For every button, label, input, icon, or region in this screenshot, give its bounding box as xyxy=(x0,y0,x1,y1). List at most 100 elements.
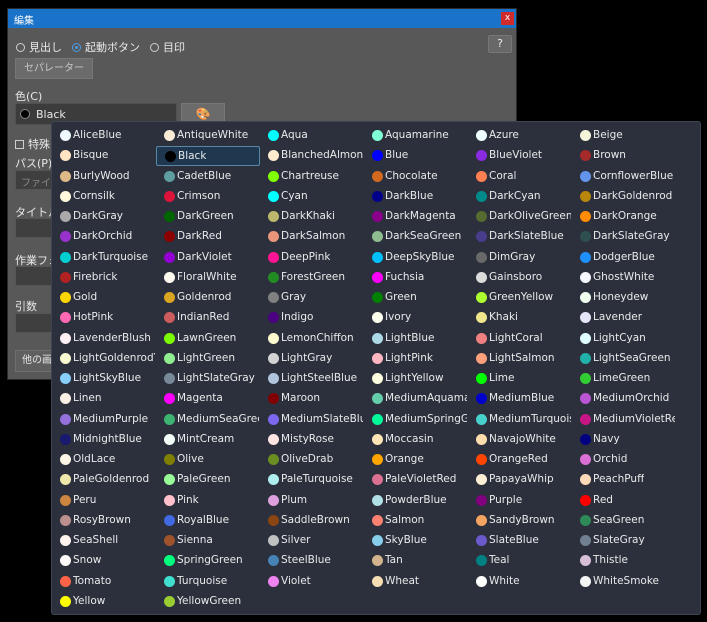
color-option-cornflowerblue[interactable]: CornflowerBlue xyxy=(572,167,676,187)
color-option-lavenderblush[interactable]: LavenderBlush xyxy=(52,329,156,349)
color-option-violet[interactable]: Violet xyxy=(260,572,364,592)
color-option-lightcyan[interactable]: LightCyan xyxy=(572,329,676,349)
color-option-firebrick[interactable]: Firebrick xyxy=(52,268,156,288)
color-option-yellowgreen[interactable]: YellowGreen xyxy=(156,592,260,612)
color-option-mediumslateblue[interactable]: MediumSlateBlue xyxy=(260,410,364,430)
color-option-paleturquoise[interactable]: PaleTurquoise xyxy=(260,470,364,490)
other-button[interactable]: 他の画 xyxy=(15,350,55,372)
color-option-lightsalmon[interactable]: LightSalmon xyxy=(468,349,572,369)
color-option-turquoise[interactable]: Turquoise xyxy=(156,572,260,592)
separator-button[interactable]: セパレーター xyxy=(15,58,93,79)
color-option-skyblue[interactable]: SkyBlue xyxy=(364,531,468,551)
color-option-steelblue[interactable]: SteelBlue xyxy=(260,551,364,571)
color-option-sandybrown[interactable]: SandyBrown xyxy=(468,511,572,531)
color-option-tan[interactable]: Tan xyxy=(364,551,468,571)
color-option-gold[interactable]: Gold xyxy=(52,288,156,308)
color-option-rosybrown[interactable]: RosyBrown xyxy=(52,511,156,531)
radio-launch-button[interactable]: 起動ボタン xyxy=(72,39,140,55)
color-option-dimgray[interactable]: DimGray xyxy=(468,248,572,268)
color-option-mediumorchid[interactable]: MediumOrchid xyxy=(572,389,676,409)
color-option-springgreen[interactable]: SpringGreen xyxy=(156,551,260,571)
color-option-sienna[interactable]: Sienna xyxy=(156,531,260,551)
color-option-seashell[interactable]: SeaShell xyxy=(52,531,156,551)
color-option-magenta[interactable]: Magenta xyxy=(156,389,260,409)
color-option-limegreen[interactable]: LimeGreen xyxy=(572,369,676,389)
color-option-greenyellow[interactable]: GreenYellow xyxy=(468,288,572,308)
color-option-maroon[interactable]: Maroon xyxy=(260,389,364,409)
color-option-red[interactable]: Red xyxy=(572,491,676,511)
color-option-dodgerblue[interactable]: DodgerBlue xyxy=(572,248,676,268)
color-option-seagreen[interactable]: SeaGreen xyxy=(572,511,676,531)
color-option-darkgoldenrod[interactable]: DarkGoldenrod xyxy=(572,187,676,207)
color-option-mistyrose[interactable]: MistyRose xyxy=(260,430,364,450)
color-option-navajowhite[interactable]: NavajoWhite xyxy=(468,430,572,450)
color-option-aqua[interactable]: Aqua xyxy=(260,126,364,146)
workdir-input[interactable] xyxy=(15,266,55,286)
color-option-crimson[interactable]: Crimson xyxy=(156,187,260,207)
color-option-mediumpurple[interactable]: MediumPurple xyxy=(52,410,156,430)
color-option-deeppink[interactable]: DeepPink xyxy=(260,248,364,268)
color-option-lightgreen[interactable]: LightGreen xyxy=(156,349,260,369)
title-input[interactable] xyxy=(15,218,55,238)
color-option-peachpuff[interactable]: PeachPuff xyxy=(572,470,676,490)
color-option-pink[interactable]: Pink xyxy=(156,491,260,511)
color-option-indianred[interactable]: IndianRed xyxy=(156,308,260,328)
color-option-palegreen[interactable]: PaleGreen xyxy=(156,470,260,490)
color-option-peru[interactable]: Peru xyxy=(52,491,156,511)
special-checkbox[interactable]: 特殊 xyxy=(15,136,50,152)
color-option-darkkhaki[interactable]: DarkKhaki xyxy=(260,207,364,227)
color-option-bisque[interactable]: Bisque xyxy=(52,146,156,166)
color-option-snow[interactable]: Snow xyxy=(52,551,156,571)
color-option-darkturquoise[interactable]: DarkTurquoise xyxy=(52,248,156,268)
color-option-black[interactable]: Black xyxy=(156,146,260,167)
color-option-darkolivegreen[interactable]: DarkOliveGreen xyxy=(468,207,572,227)
color-option-darkgray[interactable]: DarkGray xyxy=(52,207,156,227)
color-option-lightsteelblue[interactable]: LightSteelBlue xyxy=(260,369,364,389)
color-option-orange[interactable]: Orange xyxy=(364,450,468,470)
color-option-orchid[interactable]: Orchid xyxy=(572,450,676,470)
color-option-wheat[interactable]: Wheat xyxy=(364,572,468,592)
color-option-midnightblue[interactable]: MidnightBlue xyxy=(52,430,156,450)
color-option-darkorchid[interactable]: DarkOrchid xyxy=(52,227,156,247)
color-option-mediumturquoise[interactable]: MediumTurquoise xyxy=(468,410,572,430)
color-option-indigo[interactable]: Indigo xyxy=(260,308,364,328)
color-option-blanchedalmond[interactable]: BlanchedAlmond xyxy=(260,146,364,166)
color-option-honeydew[interactable]: Honeydew xyxy=(572,288,676,308)
color-option-orangered[interactable]: OrangeRed xyxy=(468,450,572,470)
color-option-aliceblue[interactable]: AliceBlue xyxy=(52,126,156,146)
color-option-lightgoldenrodye[interactable]: LightGoldenrodYe xyxy=(52,349,156,369)
color-option-olive[interactable]: Olive xyxy=(156,450,260,470)
color-option-palevioletred[interactable]: PaleVioletRed xyxy=(364,470,468,490)
color-option-hotpink[interactable]: HotPink xyxy=(52,308,156,328)
color-option-purple[interactable]: Purple xyxy=(468,491,572,511)
color-option-darkmagenta[interactable]: DarkMagenta xyxy=(364,207,468,227)
color-option-teal[interactable]: Teal xyxy=(468,551,572,571)
color-option-mediumvioletred[interactable]: MediumVioletRed xyxy=(572,410,676,430)
color-option-coral[interactable]: Coral xyxy=(468,167,572,187)
color-option-lemonchiffon[interactable]: LemonChiffon xyxy=(260,329,364,349)
color-option-palegoldenrod[interactable]: PaleGoldenrod xyxy=(52,470,156,490)
color-option-gray[interactable]: Gray xyxy=(260,288,364,308)
color-option-beige[interactable]: Beige xyxy=(572,126,676,146)
color-option-darkslateblue[interactable]: DarkSlateBlue xyxy=(468,227,572,247)
color-option-royalblue[interactable]: RoyalBlue xyxy=(156,511,260,531)
color-option-goldenrod[interactable]: Goldenrod xyxy=(156,288,260,308)
args-input[interactable] xyxy=(15,313,55,333)
color-option-silver[interactable]: Silver xyxy=(260,531,364,551)
color-option-mediumaquamari[interactable]: MediumAquamari xyxy=(364,389,468,409)
color-option-olivedrab[interactable]: OliveDrab xyxy=(260,450,364,470)
color-option-papayawhip[interactable]: PapayaWhip xyxy=(468,470,572,490)
color-option-lightgray[interactable]: LightGray xyxy=(260,349,364,369)
color-option-cadetblue[interactable]: CadetBlue xyxy=(156,167,260,187)
color-option-lavender[interactable]: Lavender xyxy=(572,308,676,328)
color-option-navy[interactable]: Navy xyxy=(572,430,676,450)
color-option-oldlace[interactable]: OldLace xyxy=(52,450,156,470)
color-option-blueviolet[interactable]: BlueViolet xyxy=(468,146,572,166)
color-option-lightyellow[interactable]: LightYellow xyxy=(364,369,468,389)
close-button[interactable]: x xyxy=(501,12,514,25)
color-option-tomato[interactable]: Tomato xyxy=(52,572,156,592)
color-option-darkorange[interactable]: DarkOrange xyxy=(572,207,676,227)
color-option-thistle[interactable]: Thistle xyxy=(572,551,676,571)
color-option-chartreuse[interactable]: Chartreuse xyxy=(260,167,364,187)
color-option-cornsilk[interactable]: Cornsilk xyxy=(52,187,156,207)
